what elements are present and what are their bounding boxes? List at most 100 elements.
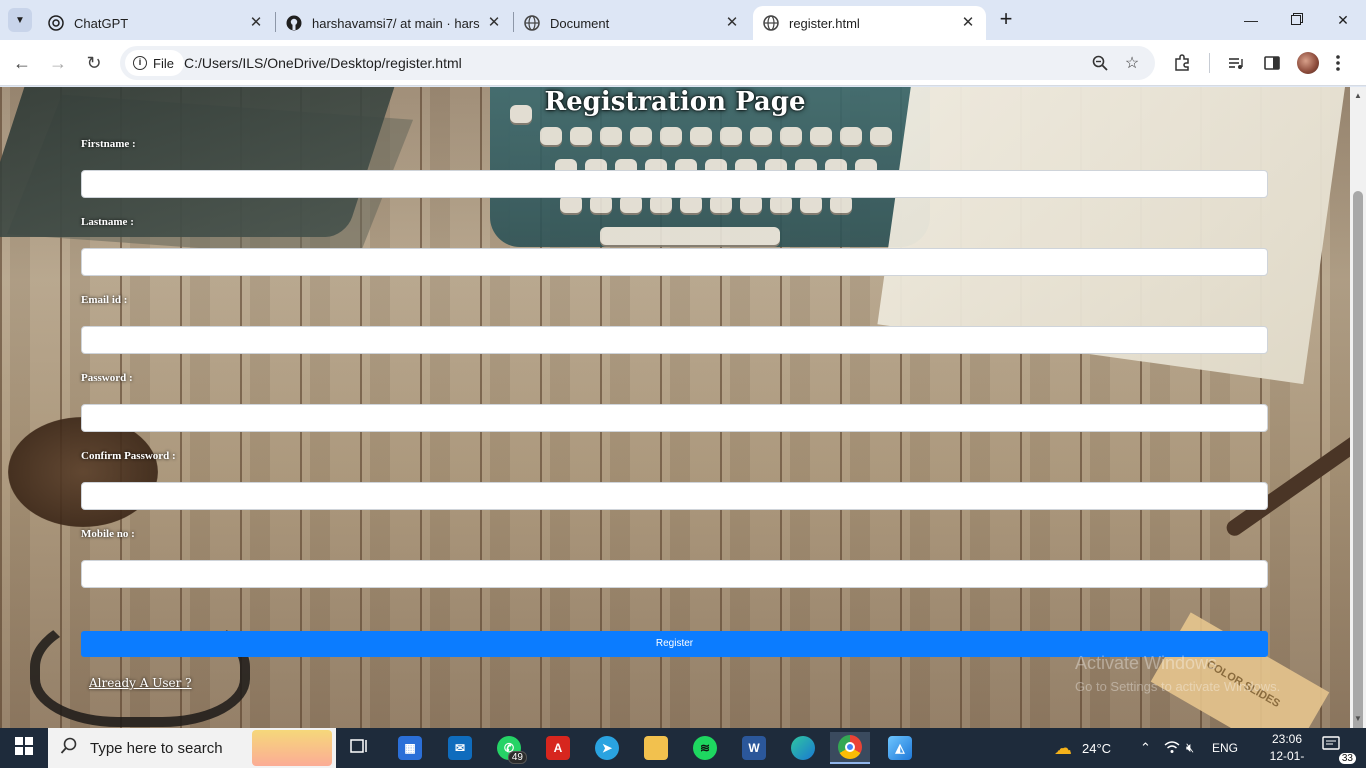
wifi-icon — [1164, 740, 1180, 757]
taskbar-spotify[interactable]: ≋ — [685, 732, 725, 764]
password-input[interactable] — [81, 404, 1268, 432]
close-icon[interactable]: ✕ — [724, 15, 740, 31]
taskbar-file-explorer[interactable] — [636, 732, 676, 764]
clock-date: 12-01-2024 — [1269, 749, 1305, 768]
confirm-password-input[interactable] — [81, 482, 1268, 510]
tab-document[interactable]: Document ✕ — [514, 6, 750, 40]
email-input[interactable] — [81, 326, 1268, 354]
close-icon[interactable]: ✕ — [486, 15, 502, 31]
lastname-input[interactable] — [81, 248, 1268, 276]
url-text[interactable]: C:/Users/ILS/OneDrive/Desktop/register.h… — [184, 55, 462, 71]
zoom-icon[interactable] — [1090, 53, 1110, 73]
start-button[interactable] — [0, 728, 48, 768]
weather-icon: ☁ — [1054, 737, 1072, 758]
search-highlight-image — [252, 730, 332, 766]
arrow-right-icon: → — [49, 52, 67, 73]
chevron-down-icon: ▼ — [15, 14, 25, 26]
taskbar-word[interactable]: W — [734, 732, 774, 764]
scroll-down-icon[interactable]: ▼ — [1354, 714, 1362, 723]
already-user-link[interactable]: Already A User ? — [89, 676, 192, 690]
firstname-input[interactable] — [81, 170, 1268, 198]
new-tab-button[interactable]: + — [994, 8, 1018, 32]
taskbar-edge[interactable] — [783, 732, 823, 764]
chatgpt-icon — [48, 15, 64, 31]
tab-github[interactable]: harshavamsi7/ at main · harsha ✕ — [276, 6, 512, 40]
github-icon — [286, 15, 302, 31]
edge-icon — [791, 736, 815, 760]
tab-label: register.html — [789, 15, 860, 31]
network-status[interactable] — [1164, 728, 1180, 768]
page-title: Registration Page — [544, 87, 806, 117]
spotify-icon: ≋ — [693, 736, 717, 760]
taskbar-chrome[interactable] — [830, 732, 870, 764]
weather-widget[interactable]: ☁ 24°C — [1054, 728, 1111, 768]
close-icon[interactable]: ✕ — [248, 15, 264, 31]
scroll-thumb[interactable] — [1353, 191, 1363, 736]
reload-icon: ↻ — [86, 52, 102, 73]
show-hidden-icons[interactable]: ⌃ — [1140, 728, 1151, 768]
notification-icon — [1322, 736, 1340, 755]
firstname-label: Firstname : — [81, 138, 136, 150]
notification-center[interactable]: 33 — [1322, 736, 1356, 764]
task-view-button[interactable] — [340, 732, 380, 764]
taskbar-telegram[interactable]: ➤ — [587, 732, 627, 764]
site-info-label: File — [153, 55, 174, 71]
address-bar[interactable]: i File C:/Users/ILS/OneDrive/Desktop/reg… — [120, 46, 1155, 80]
minimize-icon: — — [1244, 12, 1258, 28]
reload-button[interactable]: ↻ — [82, 51, 106, 75]
side-panel-icon[interactable] — [1260, 51, 1284, 75]
volume-muted-icon: 🔇︎ — [1186, 740, 1195, 755]
background-glasses — [30, 607, 250, 727]
back-button[interactable]: ← — [10, 51, 34, 75]
menu-icon[interactable] — [1326, 51, 1350, 75]
telegram-icon: ➤ — [595, 736, 619, 760]
tab-search-button[interactable]: ▼ — [8, 8, 32, 32]
confirm-password-label: Confirm Password : — [81, 450, 176, 462]
taskbar-photos[interactable]: ◭ — [880, 732, 920, 764]
photos-icon: ◭ — [888, 736, 912, 760]
globe-icon — [763, 15, 779, 31]
taskbar-mail[interactable]: ✉ — [440, 732, 480, 764]
chevron-up-icon: ⌃ — [1140, 740, 1151, 755]
info-icon: i — [133, 56, 147, 70]
lastname-label: Lastname : — [81, 216, 134, 228]
tab-strip: ▼ ChatGPT ✕ harshavamsi7/ at main · hars… — [0, 0, 1366, 40]
minimize-button[interactable]: — — [1228, 0, 1274, 40]
media-controls-icon[interactable] — [1224, 51, 1248, 75]
password-label: Password : — [81, 372, 133, 384]
notification-badge: 33 — [1338, 753, 1356, 764]
scroll-up-icon[interactable]: ▲ — [1354, 91, 1362, 100]
extensions-icon[interactable] — [1170, 51, 1194, 75]
taskbar-acrobat[interactable]: A — [538, 732, 578, 764]
weather-temp: 24°C — [1082, 740, 1112, 756]
tab-label: ChatGPT — [74, 15, 129, 31]
page-viewport: COLOR SLIDES Registration Page Firstname… — [0, 87, 1366, 728]
bookmark-star-icon[interactable]: ☆ — [1122, 53, 1142, 73]
task-view-icon — [350, 737, 370, 760]
arrow-left-icon: ← — [13, 52, 31, 73]
volume-status[interactable]: 🔇︎ — [1186, 728, 1194, 768]
search-icon — [60, 737, 78, 760]
mobile-label: Mobile no : — [81, 528, 135, 540]
close-window-button[interactable]: ✕ — [1320, 0, 1366, 40]
globe-icon — [524, 15, 540, 31]
site-info-chip[interactable]: i File — [125, 50, 184, 76]
tab-register[interactable]: register.html ✕ — [753, 6, 986, 40]
mobile-input[interactable] — [81, 560, 1268, 588]
close-icon[interactable]: ✕ — [960, 15, 976, 31]
taskbar-microsoft-store[interactable]: ▦ — [390, 732, 430, 764]
registration-form: Firstname : Lastname : Email id : Passwo… — [81, 137, 1268, 605]
folder-icon — [644, 736, 668, 760]
tab-label: Document — [550, 15, 610, 31]
restore-button[interactable] — [1274, 0, 1320, 40]
tab-chatgpt[interactable]: ChatGPT ✕ — [38, 6, 274, 40]
forward-button[interactable]: → — [46, 51, 70, 75]
taskbar-clock[interactable]: 23:06 12-01-2024 — [1262, 731, 1312, 768]
page-scrollbar[interactable]: ▲ ▼ — [1350, 87, 1366, 736]
taskbar-whatsapp[interactable]: ✆ 49 — [489, 732, 529, 764]
language-indicator[interactable]: ENG — [1212, 728, 1238, 768]
word-icon: W — [742, 736, 766, 760]
taskbar-search[interactable]: Type here to search — [48, 728, 336, 768]
watermark-subtitle: Go to Settings to activate Windows. — [1075, 679, 1281, 694]
profile-avatar[interactable] — [1297, 52, 1319, 74]
